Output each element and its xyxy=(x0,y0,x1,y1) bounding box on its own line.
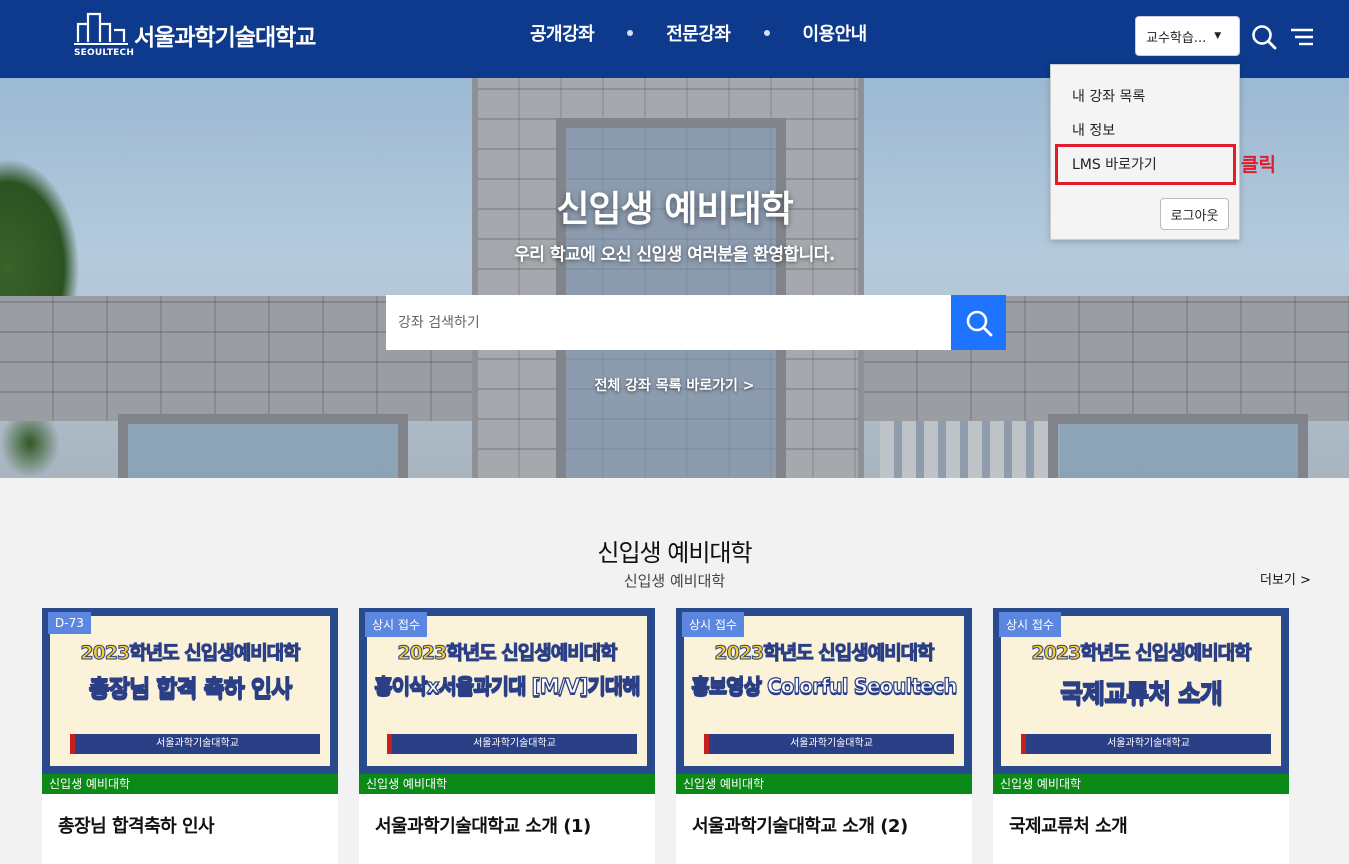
logout-button[interactable]: 로그아웃 xyxy=(1160,198,1229,230)
course-thumbnail: 2023학년도 신입생예비대학 홍보영상 Colorful Seoultech … xyxy=(676,608,972,774)
dropdown-my-info[interactable]: 내 정보 xyxy=(1072,120,1115,140)
thumbnail-school-bar: 서울과학기술대학교 xyxy=(70,734,320,754)
thumbnail-main-text: 홍보영상 Colorful Seoultech xyxy=(691,673,958,698)
nav-separator-dot xyxy=(627,30,634,36)
site-logo[interactable]: SEOULTECH 서울과학기술대학교 xyxy=(74,10,316,60)
status-badge: 상시 접수 xyxy=(682,612,744,637)
thumbnail-school-bar: 서울과학기술대학교 xyxy=(1021,734,1271,754)
course-title[interactable]: 국제교류처 소개 xyxy=(1009,812,1128,838)
nav-professional-courses[interactable]: 전문강좌 xyxy=(666,20,731,46)
course-card[interactable]: 2023학년도 신입생예비대학 총장님 합격 축하 인사 서울과학기술대학교 D… xyxy=(42,608,338,864)
nav-open-courses[interactable]: 공개강좌 xyxy=(530,20,595,46)
course-title[interactable]: 총장님 합격축하 인사 xyxy=(58,812,215,838)
main-nav: 공개강좌 전문강좌 이용안내 xyxy=(530,20,867,46)
hamburger-menu-icon[interactable] xyxy=(1290,27,1314,47)
course-category: 신입생 예비대학 xyxy=(359,774,655,794)
all-courses-link[interactable]: 전체 강좌 목록 바로가기 > xyxy=(0,375,1349,395)
caret-down-icon: ▼ xyxy=(1214,31,1222,41)
course-card[interactable]: 2023학년도 신입생예비대학 홍보영상 Colorful Seoultech … xyxy=(676,608,972,864)
thumbnail-year-text: 2023학년도 신입생예비대학 xyxy=(714,642,935,665)
course-search-input[interactable] xyxy=(386,295,951,350)
course-category: 신입생 예비대학 xyxy=(42,774,338,794)
thumbnail-main-text: 홍이삭x서울과기대 [M/V]기대해 xyxy=(374,673,641,698)
seoultech-emblem-icon: SEOULTECH xyxy=(74,10,134,60)
thumbnail-main-text: 국제교류처 소개 xyxy=(1060,679,1224,708)
course-category: 신입생 예비대학 xyxy=(676,774,972,794)
course-thumbnail: 2023학년도 신입생예비대학 홍이삭x서울과기대 [M/V]기대해 서울과학기… xyxy=(359,608,655,774)
section-subtitle: 신입생 예비대학 xyxy=(623,572,726,590)
user-dropdown-menu: 내 강좌 목록 내 정보 LMS 바로가기 로그아웃 xyxy=(1050,64,1240,240)
section-title: 신입생 예비대학 xyxy=(597,539,752,567)
thumbnail-year-text: 2023학년도 신입생예비대학 xyxy=(80,642,301,665)
nav-separator-dot xyxy=(763,30,770,36)
course-card[interactable]: 2023학년도 신입생예비대학 국제교류처 소개 서울과학기술대학교 상시 접수… xyxy=(993,608,1289,864)
user-menu-label: 교수학습... xyxy=(1146,30,1207,46)
click-annotation: 클릭 xyxy=(1241,154,1276,176)
dropdown-my-courses[interactable]: 내 강좌 목록 xyxy=(1072,86,1145,106)
course-title[interactable]: 서울과학기술대학교 소개 (1) xyxy=(375,812,591,838)
course-thumbnail: 2023학년도 신입생예비대학 국제교류처 소개 서울과학기술대학교 상시 접수 xyxy=(993,608,1289,774)
search-icon xyxy=(966,310,992,336)
thumbnail-school-bar: 서울과학기술대학교 xyxy=(387,734,637,754)
status-badge: D-73 xyxy=(48,612,91,634)
status-badge: 상시 접수 xyxy=(999,612,1061,637)
more-link[interactable]: 더보기 > xyxy=(1260,569,1311,588)
logo-english-text: SEOULTECH xyxy=(74,48,135,58)
course-thumbnail: 2023학년도 신입생예비대학 총장님 합격 축하 인사 서울과학기술대학교 D… xyxy=(42,608,338,774)
course-title[interactable]: 서울과학기술대학교 소개 (2) xyxy=(692,812,908,838)
thumbnail-year-text: 2023학년도 신입생예비대학 xyxy=(397,642,618,665)
course-category: 신입생 예비대학 xyxy=(993,774,1289,794)
nav-usage-guide[interactable]: 이용안내 xyxy=(803,20,868,46)
hero-subtitle: 우리 학교에 오신 신입생 여러분을 환영합니다. xyxy=(514,245,835,265)
course-search-button[interactable] xyxy=(951,295,1006,350)
course-card[interactable]: 2023학년도 신입생예비대학 홍이삭x서울과기대 [M/V]기대해 서울과학기… xyxy=(359,608,655,864)
user-menu-select[interactable]: 교수학습... ▼ xyxy=(1135,16,1240,56)
thumbnail-year-text: 2023학년도 신입생예비대학 xyxy=(1031,642,1252,665)
status-badge: 상시 접수 xyxy=(365,612,427,637)
thumbnail-school-bar: 서울과학기술대학교 xyxy=(704,734,954,754)
thumbnail-main-text: 총장님 합격 축하 인사 xyxy=(88,675,293,702)
highlight-box xyxy=(1055,144,1236,185)
logo-korean-text: 서울과학기술대학교 xyxy=(134,25,316,51)
search-icon[interactable] xyxy=(1251,24,1277,50)
